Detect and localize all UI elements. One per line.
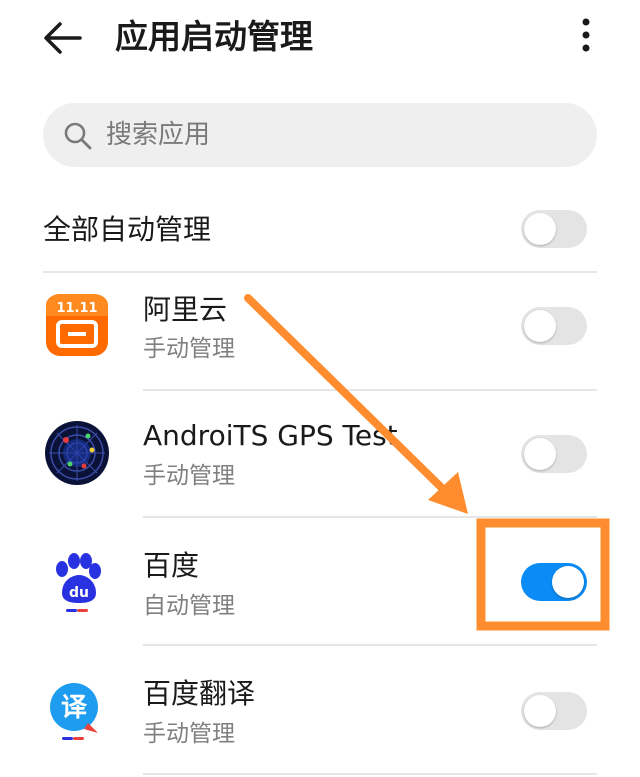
aliyun-app-icon: 11.11 (46, 294, 108, 356)
icon-badge-text: 译 (61, 693, 88, 723)
baidu-app-icon: du (56, 553, 101, 612)
app-status: 自动管理 (143, 593, 235, 619)
back-arrow-icon (44, 22, 82, 54)
all-auto-manage-label: 全部自动管理 (43, 213, 212, 246)
app-toggle-baidu-translate[interactable] (521, 692, 587, 730)
toggle-knob (524, 310, 556, 342)
app-name: 百度 (143, 549, 200, 582)
toggle-knob (524, 438, 556, 470)
toggle-knob (552, 566, 584, 598)
baidu-translate-app-icon: 译 (50, 683, 98, 740)
app-status: 手动管理 (143, 721, 235, 747)
toggle-knob (524, 213, 556, 245)
all-auto-manage-toggle[interactable] (521, 210, 587, 248)
app-name: 百度翻译 (143, 677, 256, 710)
app-name: 阿里云 (143, 293, 228, 326)
app-row-gps-test[interactable]: AndroiTS GPS Test 手动管理 (0, 390, 640, 518)
app-row-baidu-translate[interactable]: 译 百度翻译 手动管理 (0, 645, 640, 773)
search-icon (64, 122, 92, 150)
toggle-knob (524, 695, 556, 727)
app-name: AndroiTS GPS Test (143, 419, 398, 452)
app-toggle-baidu[interactable] (521, 563, 587, 601)
gps-test-app-icon (45, 421, 109, 485)
more-vert-icon (582, 18, 590, 52)
icon-badge-text: 11.11 (56, 301, 97, 316)
app-row-aliyun[interactable]: 11.11 阿里云 手动管理 (0, 272, 640, 400)
app-toggle-aliyun[interactable] (521, 307, 587, 345)
app-status: 手动管理 (143, 336, 235, 362)
app-row-baidu[interactable]: du 百度 自动管理 (0, 517, 640, 645)
divider (143, 773, 597, 775)
app-startup-manager-screen: 应用启动管理 全部自动管理 11.11 阿里云 (0, 0, 640, 777)
search-input[interactable] (106, 117, 576, 153)
top-bar: 应用启动管理 (0, 0, 640, 80)
page-title: 应用启动管理 (115, 17, 313, 56)
back-button[interactable] (40, 18, 84, 58)
more-options-button[interactable] (570, 14, 602, 58)
app-status: 手动管理 (143, 463, 235, 489)
app-toggle-gps-test[interactable] (521, 435, 587, 473)
icon-badge-text: du (69, 585, 89, 601)
